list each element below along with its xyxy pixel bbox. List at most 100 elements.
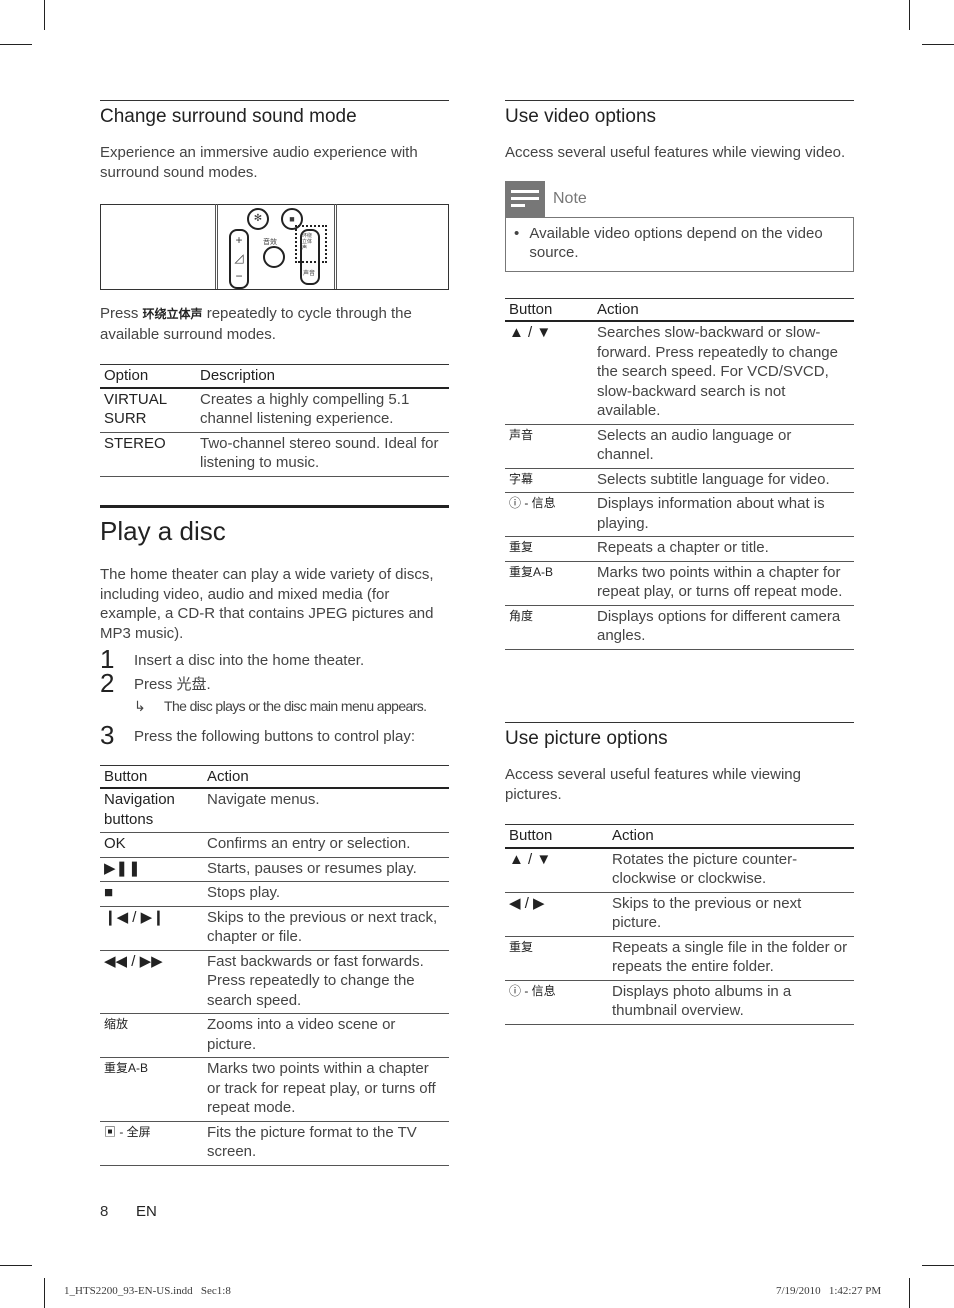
table-header: Button Action: [505, 297, 854, 322]
note-box: Note • Available video options depend on …: [505, 180, 854, 272]
file-info: 1_HTS2200_93-EN-US.indd Sec1:8: [64, 1285, 231, 1297]
button-cell: ▣ - 全屏: [100, 1121, 203, 1166]
note-label: Note: [553, 189, 587, 207]
button-cell: VIRTUAL SURR: [100, 387, 196, 433]
action-cell: Fits the picture format to the TV screen…: [203, 1121, 449, 1166]
manual-page: Change surround sound mode Experience an…: [0, 0, 954, 1308]
table-row: 声音 Selects an audio language or channel.: [505, 424, 854, 469]
action-cell: Confirms an entry or selection.: [203, 832, 449, 858]
action-cell: Fast backwards or fast forwards. Press r…: [203, 950, 449, 1014]
video-section: Use video options Access several useful …: [505, 100, 854, 650]
column-header: Option: [100, 364, 196, 389]
button-cell: 角度: [505, 605, 593, 650]
section-desc: Access several useful features while vie…: [505, 766, 801, 803]
action-cell: Starts, pauses or resumes play.: [203, 857, 449, 882]
action-cell: Displays options for different camera an…: [593, 605, 854, 650]
surround-label: 环绕立体声: [302, 233, 313, 251]
button-cell: OK: [100, 832, 203, 858]
step-1: 1 Insert a disc into the home theater.: [100, 644, 365, 674]
language: EN: [136, 1203, 157, 1220]
table-row: ▲ / ▼ Rotates the picture counter-clockwi…: [505, 847, 854, 893]
action-cell: Creates a highly compelling 5.1 channel …: [196, 387, 449, 433]
action-cell: Skips to the previous or next picture.: [608, 892, 854, 937]
action-cell: Searches slow-backward or slow-forward. …: [593, 321, 854, 425]
button-cell: ▲ / ▼: [505, 321, 593, 425]
surround-table: Option Description VIRTUAL SURR Creates a h…: [100, 364, 449, 477]
button-cell: ▲ / ▼: [505, 847, 608, 893]
audio-label: 声音: [303, 271, 316, 277]
button-cell: ■: [100, 881, 203, 907]
table-row: ■ Stops play.: [100, 881, 449, 907]
button-cell: ▶❚❚: [100, 857, 203, 882]
button-cell: STEREO: [100, 432, 196, 477]
table-header: Button Action: [505, 824, 854, 849]
note-text: Available video options depend on the vi…: [529, 224, 823, 262]
button-cell: 重复A-B: [100, 1057, 203, 1122]
action-cell: Repeats a chapter or title.: [593, 536, 854, 562]
action-cell: Displays information about what is playi…: [593, 492, 854, 537]
table-row: 重复 Repeats a single file in the folder or…: [505, 936, 854, 981]
table-row: ▲ / ▼ Searches slow-backward or slow-forw…: [505, 321, 854, 425]
action-cell: Displays photo albums in a thumbnail ove…: [608, 980, 854, 1025]
table-row: OK Confirms an entry or selection.: [100, 832, 449, 858]
table-row: ◀◀ / ▶▶ Fast backwards or fast forwards. …: [100, 950, 449, 1014]
button-cell: 字幕: [505, 468, 593, 493]
table-row: STEREO Two-channel stereo sound. Ideal fo…: [100, 432, 449, 477]
section-title: Change surround sound mode: [100, 100, 449, 129]
button-cell: ⓘ - 信息: [505, 492, 593, 537]
play-section: Play a disc The home theater can play a …: [100, 505, 449, 1166]
section-desc: Access several useful features while vie…: [505, 144, 846, 161]
page-number: 8: [100, 1203, 109, 1220]
table-row: ▶❚❚ Starts, pauses or resumes play.: [100, 857, 449, 882]
table-row: 重复 Repeats a chapter or title.: [505, 536, 854, 562]
table-row: ▣ - 全屏 Fits the picture format to the TV …: [100, 1121, 449, 1166]
column-header: Button: [505, 297, 593, 322]
press-instruction: Press 环绕立体声 repeatedly to cycle through …: [100, 305, 412, 343]
button-cell: ◀◀ / ▶▶: [100, 950, 203, 1014]
action-cell: Rotates the picture counter-clockwise or…: [608, 847, 854, 893]
section-desc: Experience an immersive audio experience…: [100, 144, 418, 181]
action-cell: Zooms into a video scene or picture.: [203, 1013, 449, 1058]
table-header: Button Action: [100, 764, 449, 789]
table-row: 角度 Displays options for different camera …: [505, 605, 854, 650]
step-3: 3 Press the following buttons to control …: [100, 719, 415, 750]
table-row: ⓘ - 信息 Displays information about what is…: [505, 492, 854, 537]
button-cell: ◀ / ▶: [505, 892, 608, 937]
button-cell: 缩放: [100, 1013, 203, 1058]
column-header: Description: [196, 364, 449, 389]
section-title: Use video options: [505, 100, 854, 129]
action-cell: Repeats a single file in the folder or r…: [608, 936, 854, 981]
button-cell: Navigation buttons: [100, 788, 203, 833]
video-table: Button Action ▲ / ▼ Searches slow-backward …: [505, 297, 854, 650]
step-2: 2 Press 光盘.: [100, 668, 211, 698]
arrow-icon: ↳: [134, 698, 146, 714]
steps: 1 Insert a disc into the home theater. 2P…: [100, 644, 449, 750]
surround-section: Change surround sound mode Experience an…: [100, 100, 449, 477]
button-cell: ❙◀ / ▶❙: [100, 906, 203, 951]
print-date: 7/19/2010 1:42:27 PM: [776, 1285, 882, 1297]
button-cell: 重复A-B: [505, 561, 593, 606]
column-header: Button: [505, 824, 608, 849]
action-cell: Navigate menus.: [203, 788, 449, 833]
button-cell: 重复: [505, 936, 608, 981]
action-cell: Stops play.: [203, 881, 449, 907]
action-cell: Marks two points within a chapter for re…: [593, 561, 854, 606]
action-cell: Two-channel stereo sound. Ideal for list…: [196, 432, 449, 477]
table-header: Option Description: [100, 364, 449, 389]
action-cell: Skips to the previous or next track, cha…: [203, 906, 449, 951]
table-row: ⓘ - 信息 Displays photo albums in a thumbna…: [505, 980, 854, 1025]
table-row: ◀ / ▶ Skips to the previous or next pictu…: [505, 892, 854, 937]
action-cell: Marks two points within a chapter or tra…: [203, 1057, 449, 1122]
table-row: 重复A-B Marks two points within a chapter f…: [505, 561, 854, 606]
step-result: ↳ The disc plays or the disc main menu ap…: [134, 697, 449, 717]
table-row: ❙◀ / ▶❙ Skips to the previous or next tra…: [100, 906, 449, 951]
column-header: Action: [203, 764, 449, 789]
section-title: Play a disc: [100, 505, 449, 547]
note-icon: [505, 180, 545, 217]
table-row: 字幕 Selects subtitle language for video.: [505, 468, 854, 493]
column-header: Button: [100, 764, 203, 789]
picture-table: Button Action ▲ / ▼ Rotates the picture cou…: [505, 824, 854, 1025]
picture-section: Use picture options Access several usefu…: [505, 722, 854, 1025]
button-cell: 重复: [505, 536, 593, 562]
action-cell: Selects an audio language or channel.: [593, 424, 854, 469]
